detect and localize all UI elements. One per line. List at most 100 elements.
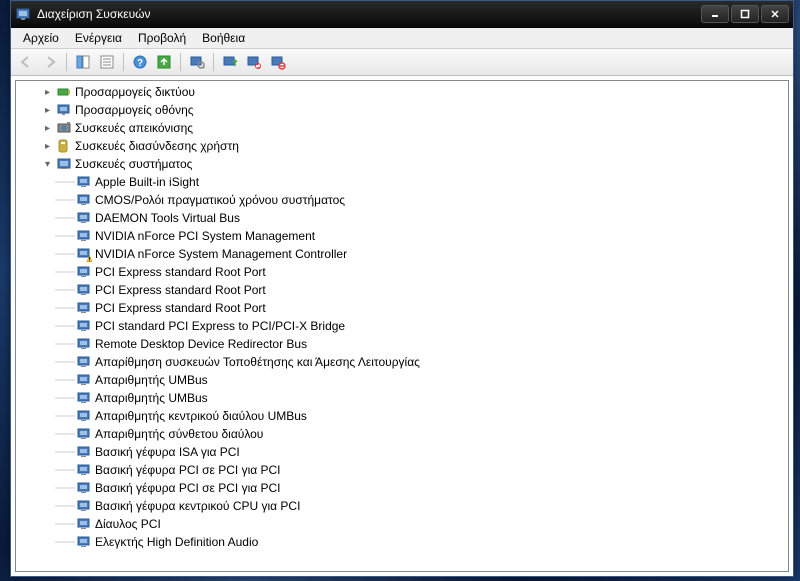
tree-device-item[interactable]: Απαριθμητής UMBus xyxy=(16,389,788,407)
device-label: Ελεγκτής High Definition Audio xyxy=(95,535,258,549)
tree-device-item[interactable]: PCI standard PCI Express to PCI/PCI-X Br… xyxy=(16,317,788,335)
tree-device-item[interactable]: CMOS/Ρολόι πραγματικού χρόνου συστήματος xyxy=(16,191,788,209)
device-icon xyxy=(76,228,92,244)
category-label: Συσκευές συστήματος xyxy=(75,157,192,171)
tree-device-item[interactable]: Δίαυλος PCI xyxy=(16,515,788,533)
help-button[interactable]: ? xyxy=(129,51,151,73)
category-label: Συσκευές απεικόνισης xyxy=(75,121,193,135)
menu-file[interactable]: Αρχείο xyxy=(15,29,67,47)
device-icon-warning: ! xyxy=(76,246,92,262)
expand-toggle-icon[interactable]: ▸ xyxy=(40,83,55,101)
tree-device-item[interactable]: NVIDIA nForce PCI System Management xyxy=(16,227,788,245)
device-label: Απαριθμητής UMBus xyxy=(95,373,208,387)
show-hide-tree-button[interactable] xyxy=(72,51,94,73)
network-adapter-icon xyxy=(56,84,72,100)
tree-category[interactable]: ▸ Συσκευές απεικόνισης xyxy=(16,119,788,137)
device-label: PCI Express standard Root Port xyxy=(95,301,266,315)
toolbar: ? xyxy=(11,49,793,76)
tree-device-item[interactable]: PCI Express standard Root Port xyxy=(16,299,788,317)
device-icon xyxy=(76,516,92,532)
expand-toggle-icon[interactable]: ▸ xyxy=(40,137,55,155)
close-button[interactable] xyxy=(761,5,789,23)
device-icon xyxy=(76,354,92,370)
imaging-device-icon xyxy=(56,120,72,136)
toolbar-separator xyxy=(213,53,214,71)
device-icon xyxy=(76,390,92,406)
device-icon xyxy=(76,174,92,190)
window-title: Διαχείριση Συσκευών xyxy=(37,7,701,21)
device-label: Δίαυλος PCI xyxy=(95,517,161,531)
category-label: Προσαρμογείς οθόνης xyxy=(75,103,194,117)
device-label: Βασική γέφυρα PCI σε PCI για PCI xyxy=(95,481,281,495)
system-device-icon xyxy=(56,156,72,172)
tree-device-item[interactable]: Απαριθμητής κεντρικού διαύλου UMBus xyxy=(16,407,788,425)
window-controls xyxy=(701,5,789,23)
device-icon xyxy=(76,534,92,550)
properties-button[interactable] xyxy=(96,51,118,73)
tree-device-item[interactable]: PCI Express standard Root Port xyxy=(16,281,788,299)
tree-device-item[interactable]: Remote Desktop Device Redirector Bus xyxy=(16,335,788,353)
device-label: DAEMON Tools Virtual Bus xyxy=(95,211,240,225)
device-label: CMOS/Ρολόι πραγματικού χρόνου συστήματος xyxy=(95,193,345,207)
scan-hardware-button[interactable] xyxy=(186,51,208,73)
category-label: Συσκευές διασύνδεσης χρήστη xyxy=(75,139,239,153)
expand-toggle-icon[interactable]: ▸ xyxy=(40,101,55,119)
toolbar-separator xyxy=(66,53,67,71)
tree-category[interactable]: ▸ Συσκευές διασύνδεσης χρήστη xyxy=(16,137,788,155)
disable-button[interactable] xyxy=(267,51,289,73)
device-icon xyxy=(76,444,92,460)
device-label: Απαρίθμηση συσκευών Τοποθέτησης και Άμεσ… xyxy=(95,355,420,369)
tree-device-item[interactable]: PCI Express standard Root Port xyxy=(16,263,788,281)
device-icon xyxy=(76,480,92,496)
maximize-button[interactable] xyxy=(731,5,759,23)
tree-device-item[interactable]: Βασική γέφυρα ISA για PCI xyxy=(16,443,788,461)
back-button[interactable] xyxy=(15,51,37,73)
device-icon xyxy=(76,372,92,388)
minimize-button[interactable] xyxy=(701,5,729,23)
device-label: NVIDIA nForce PCI System Management xyxy=(95,229,315,243)
device-label: Βασική γέφυρα ISA για PCI xyxy=(95,445,240,459)
device-icon xyxy=(76,336,92,352)
tree-category[interactable]: ▾ Συσκευές συστήματος xyxy=(16,155,788,173)
svg-text:!: ! xyxy=(89,258,91,263)
forward-button[interactable] xyxy=(39,51,61,73)
tree-device-item[interactable]: Apple Built-in iSight xyxy=(16,173,788,191)
display-adapter-icon xyxy=(56,102,72,118)
tree-device-item[interactable]: Ελεγκτής High Definition Audio xyxy=(16,533,788,551)
tree-category[interactable]: ▸Προσαρμογείς δικτύου xyxy=(16,83,788,101)
app-icon xyxy=(15,6,31,22)
tree-device-item[interactable]: Απαριθμητής UMBus xyxy=(16,371,788,389)
tree-category[interactable]: ▸ Προσαρμογείς οθόνης xyxy=(16,101,788,119)
device-icon xyxy=(76,318,92,334)
device-label: PCI Express standard Root Port xyxy=(95,265,266,279)
device-icon xyxy=(76,426,92,442)
device-label: Απαριθμητής UMBus xyxy=(95,391,208,405)
update-driver-button[interactable] xyxy=(219,51,241,73)
menu-action[interactable]: Ενέργεια xyxy=(67,29,130,47)
tree-device-item[interactable]: Απαριθμητής σύνθετου διαύλου xyxy=(16,425,788,443)
device-label: Apple Built-in iSight xyxy=(95,175,199,189)
toolbar-separator xyxy=(180,53,181,71)
menu-help[interactable]: Βοήθεια xyxy=(194,29,253,47)
tree-device-item[interactable]: Βασική γέφυρα PCI σε PCI για PCI xyxy=(16,479,788,497)
tree-device-item[interactable]: DAEMON Tools Virtual Bus xyxy=(16,209,788,227)
menu-view[interactable]: Προβολή xyxy=(130,29,194,47)
device-icon xyxy=(76,462,92,478)
uninstall-button[interactable] xyxy=(243,51,265,73)
tree-device-item[interactable]: !NVIDIA nForce System Management Control… xyxy=(16,245,788,263)
device-icon xyxy=(76,192,92,208)
device-tree[interactable]: ▸Προσαρμογείς δικτύου▸Προσαρμογείς οθόνη… xyxy=(16,81,788,571)
device-icon xyxy=(76,210,92,226)
tree-device-item[interactable]: Βασική γέφυρα PCI σε PCI για PCI xyxy=(16,461,788,479)
device-manager-window: Διαχείριση Συσκευών Αρχείο Ενέργεια Προβ… xyxy=(10,0,794,577)
svg-text:?: ? xyxy=(137,58,143,69)
device-icon xyxy=(76,408,92,424)
tree-device-item[interactable]: Απαρίθμηση συσκευών Τοποθέτησης και Άμεσ… xyxy=(16,353,788,371)
device-label: Απαριθμητής σύνθετου διαύλου xyxy=(95,427,263,441)
expand-toggle-icon[interactable]: ▾ xyxy=(40,155,55,173)
refresh-button[interactable] xyxy=(153,51,175,73)
tree-device-item[interactable]: Βασική γέφυρα κεντρικού CPU για PCI xyxy=(16,497,788,515)
content-area: ▸Προσαρμογείς δικτύου▸Προσαρμογείς οθόνη… xyxy=(15,80,789,572)
hid-device-icon xyxy=(56,138,72,154)
expand-toggle-icon[interactable]: ▸ xyxy=(40,119,55,137)
